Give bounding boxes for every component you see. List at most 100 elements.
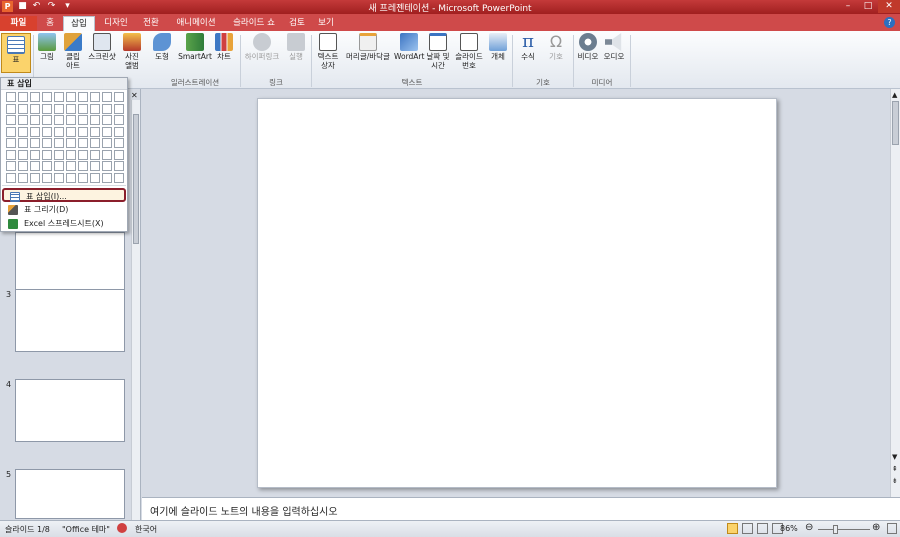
date-time-button[interactable]: 날짜 및 시간	[425, 33, 451, 70]
table-grid-cell[interactable]	[54, 172, 64, 183]
slide-sorter-view-icon[interactable]	[742, 523, 753, 534]
table-grid-cell[interactable]	[42, 103, 52, 114]
notes-placeholder[interactable]: 여기에 슬라이드 노트의 내용을 입력하십시오	[150, 503, 338, 518]
table-grid-cell[interactable]	[102, 161, 112, 171]
table-grid-cell[interactable]	[78, 92, 88, 102]
table-grid-cell[interactable]	[42, 172, 52, 183]
close-button[interactable]: ✕	[878, 0, 900, 13]
table-grid-cell[interactable]	[18, 172, 28, 183]
table-grid-cell[interactable]	[90, 103, 100, 114]
table-grid-cell[interactable]	[66, 126, 76, 137]
table-grid-cell[interactable]	[90, 161, 100, 171]
table-grid-cell[interactable]	[6, 115, 16, 125]
table-grid-cell[interactable]	[114, 161, 124, 171]
tab-animations[interactable]: 애니메이션	[168, 16, 224, 31]
photo-album-button[interactable]: 사진 앨범	[120, 33, 144, 70]
zoom-slider[interactable]	[818, 529, 870, 530]
scroll-up-arrow-icon[interactable]: ▲	[892, 91, 897, 99]
table-grid-cell[interactable]	[30, 149, 40, 160]
table-grid-cell[interactable]	[54, 149, 64, 160]
wordart-button[interactable]: WordArt	[394, 33, 424, 61]
table-grid-cell[interactable]	[30, 126, 40, 137]
table-grid-cell[interactable]	[42, 149, 52, 160]
table-grid-cell[interactable]	[66, 103, 76, 114]
table-grid-cell[interactable]	[30, 172, 40, 183]
table-grid-cell[interactable]	[102, 149, 112, 160]
tab-insert[interactable]: 삽입	[63, 16, 95, 31]
table-grid-cell[interactable]	[54, 103, 64, 114]
thumbnail-scrollbar[interactable]	[131, 100, 140, 520]
table-grid-cell[interactable]	[30, 138, 40, 148]
minimize-button[interactable]: –	[838, 0, 858, 13]
table-grid-cell[interactable]	[30, 103, 40, 114]
table-grid-cell[interactable]	[54, 115, 64, 125]
slide-number-button[interactable]: 슬라이드 번호	[452, 33, 486, 70]
table-grid-cell[interactable]	[78, 126, 88, 137]
table-grid-cell[interactable]	[6, 126, 16, 137]
zoom-out-icon[interactable]: ⊖	[805, 522, 813, 533]
language[interactable]: 한국어	[135, 524, 157, 535]
table-grid-cell[interactable]	[42, 92, 52, 102]
table-grid-cell[interactable]	[114, 92, 124, 102]
close-pane-icon[interactable]: ✕	[131, 91, 138, 100]
textbox-button[interactable]: 텍스트 상자	[314, 33, 342, 70]
table-button[interactable]: 표	[1, 33, 31, 73]
table-grid-cell[interactable]	[30, 161, 40, 171]
table-grid-cell[interactable]	[18, 103, 28, 114]
tab-file[interactable]: 파일	[0, 16, 37, 31]
insert-table-menu-item[interactable]: 표 삽입(I)...	[2, 188, 126, 202]
tab-home[interactable]: 홈	[37, 16, 63, 31]
slide-thumbnail-5[interactable]	[15, 469, 125, 519]
slide-thumbnail-4[interactable]	[15, 379, 125, 442]
next-slide-icon[interactable]: ⇟	[892, 477, 898, 485]
chart-button[interactable]: 차트	[214, 33, 234, 61]
zoom-slider-thumb[interactable]	[833, 525, 838, 534]
table-grid-cell[interactable]	[102, 126, 112, 137]
table-grid-cell[interactable]	[90, 115, 100, 125]
table-grid-cell[interactable]	[30, 92, 40, 102]
shapes-button[interactable]: 도형	[150, 33, 174, 61]
tab-transitions[interactable]: 전환	[136, 16, 166, 31]
table-grid-cell[interactable]	[114, 138, 124, 148]
scroll-down-arrow-icon[interactable]: ▼	[892, 453, 897, 461]
table-grid-cell[interactable]	[114, 126, 124, 137]
table-grid-cell[interactable]	[42, 161, 52, 171]
table-grid-cell[interactable]	[18, 149, 28, 160]
table-grid-cell[interactable]	[66, 161, 76, 171]
table-grid-cell[interactable]	[114, 149, 124, 160]
table-grid-cell[interactable]	[6, 149, 16, 160]
table-grid-cell[interactable]	[78, 149, 88, 160]
table-grid-cell[interactable]	[66, 138, 76, 148]
object-button[interactable]: 개체	[487, 33, 509, 61]
hyperlink-button[interactable]: 하이퍼링크	[243, 33, 281, 61]
table-grid-cell[interactable]	[102, 138, 112, 148]
smartart-button[interactable]: SmartArt	[178, 33, 212, 61]
draw-table-menu-item[interactable]: 표 그리기(D)	[2, 203, 126, 217]
clipart-button[interactable]: 클립 아트	[61, 33, 85, 70]
table-grid-cell[interactable]	[90, 92, 100, 102]
spellcheck-icon[interactable]	[117, 523, 127, 533]
equation-button[interactable]: π 수식	[516, 33, 540, 62]
table-grid-cell[interactable]	[18, 92, 28, 102]
table-grid-cell[interactable]	[42, 138, 52, 148]
table-grid-cell[interactable]	[18, 161, 28, 171]
scroll-thumb[interactable]	[892, 101, 899, 145]
slide-scrollbar[interactable]: ▲ ▼ ⇞ ⇟	[890, 89, 900, 497]
table-grid-cell[interactable]	[66, 172, 76, 183]
table-grid-cell[interactable]	[54, 161, 64, 171]
table-grid-cell[interactable]	[54, 92, 64, 102]
tab-design[interactable]: 디자인	[97, 16, 135, 31]
table-grid-cell[interactable]	[18, 115, 28, 125]
slide-thumbnail-3[interactable]	[15, 289, 125, 352]
tab-view[interactable]: 보기	[312, 16, 340, 31]
tab-review[interactable]: 검토	[283, 16, 311, 31]
table-grid-cell[interactable]	[78, 138, 88, 148]
header-footer-button[interactable]: 머리글/바닥글	[343, 33, 393, 61]
zoom-in-icon[interactable]: ⊕	[872, 522, 880, 533]
table-grid-cell[interactable]	[78, 103, 88, 114]
table-grid-cell[interactable]	[78, 172, 88, 183]
tab-slideshow[interactable]: 슬라이드 쇼	[226, 16, 282, 31]
table-grid-cell[interactable]	[54, 126, 64, 137]
table-grid-cell[interactable]	[18, 138, 28, 148]
table-grid-cell[interactable]	[6, 161, 16, 171]
